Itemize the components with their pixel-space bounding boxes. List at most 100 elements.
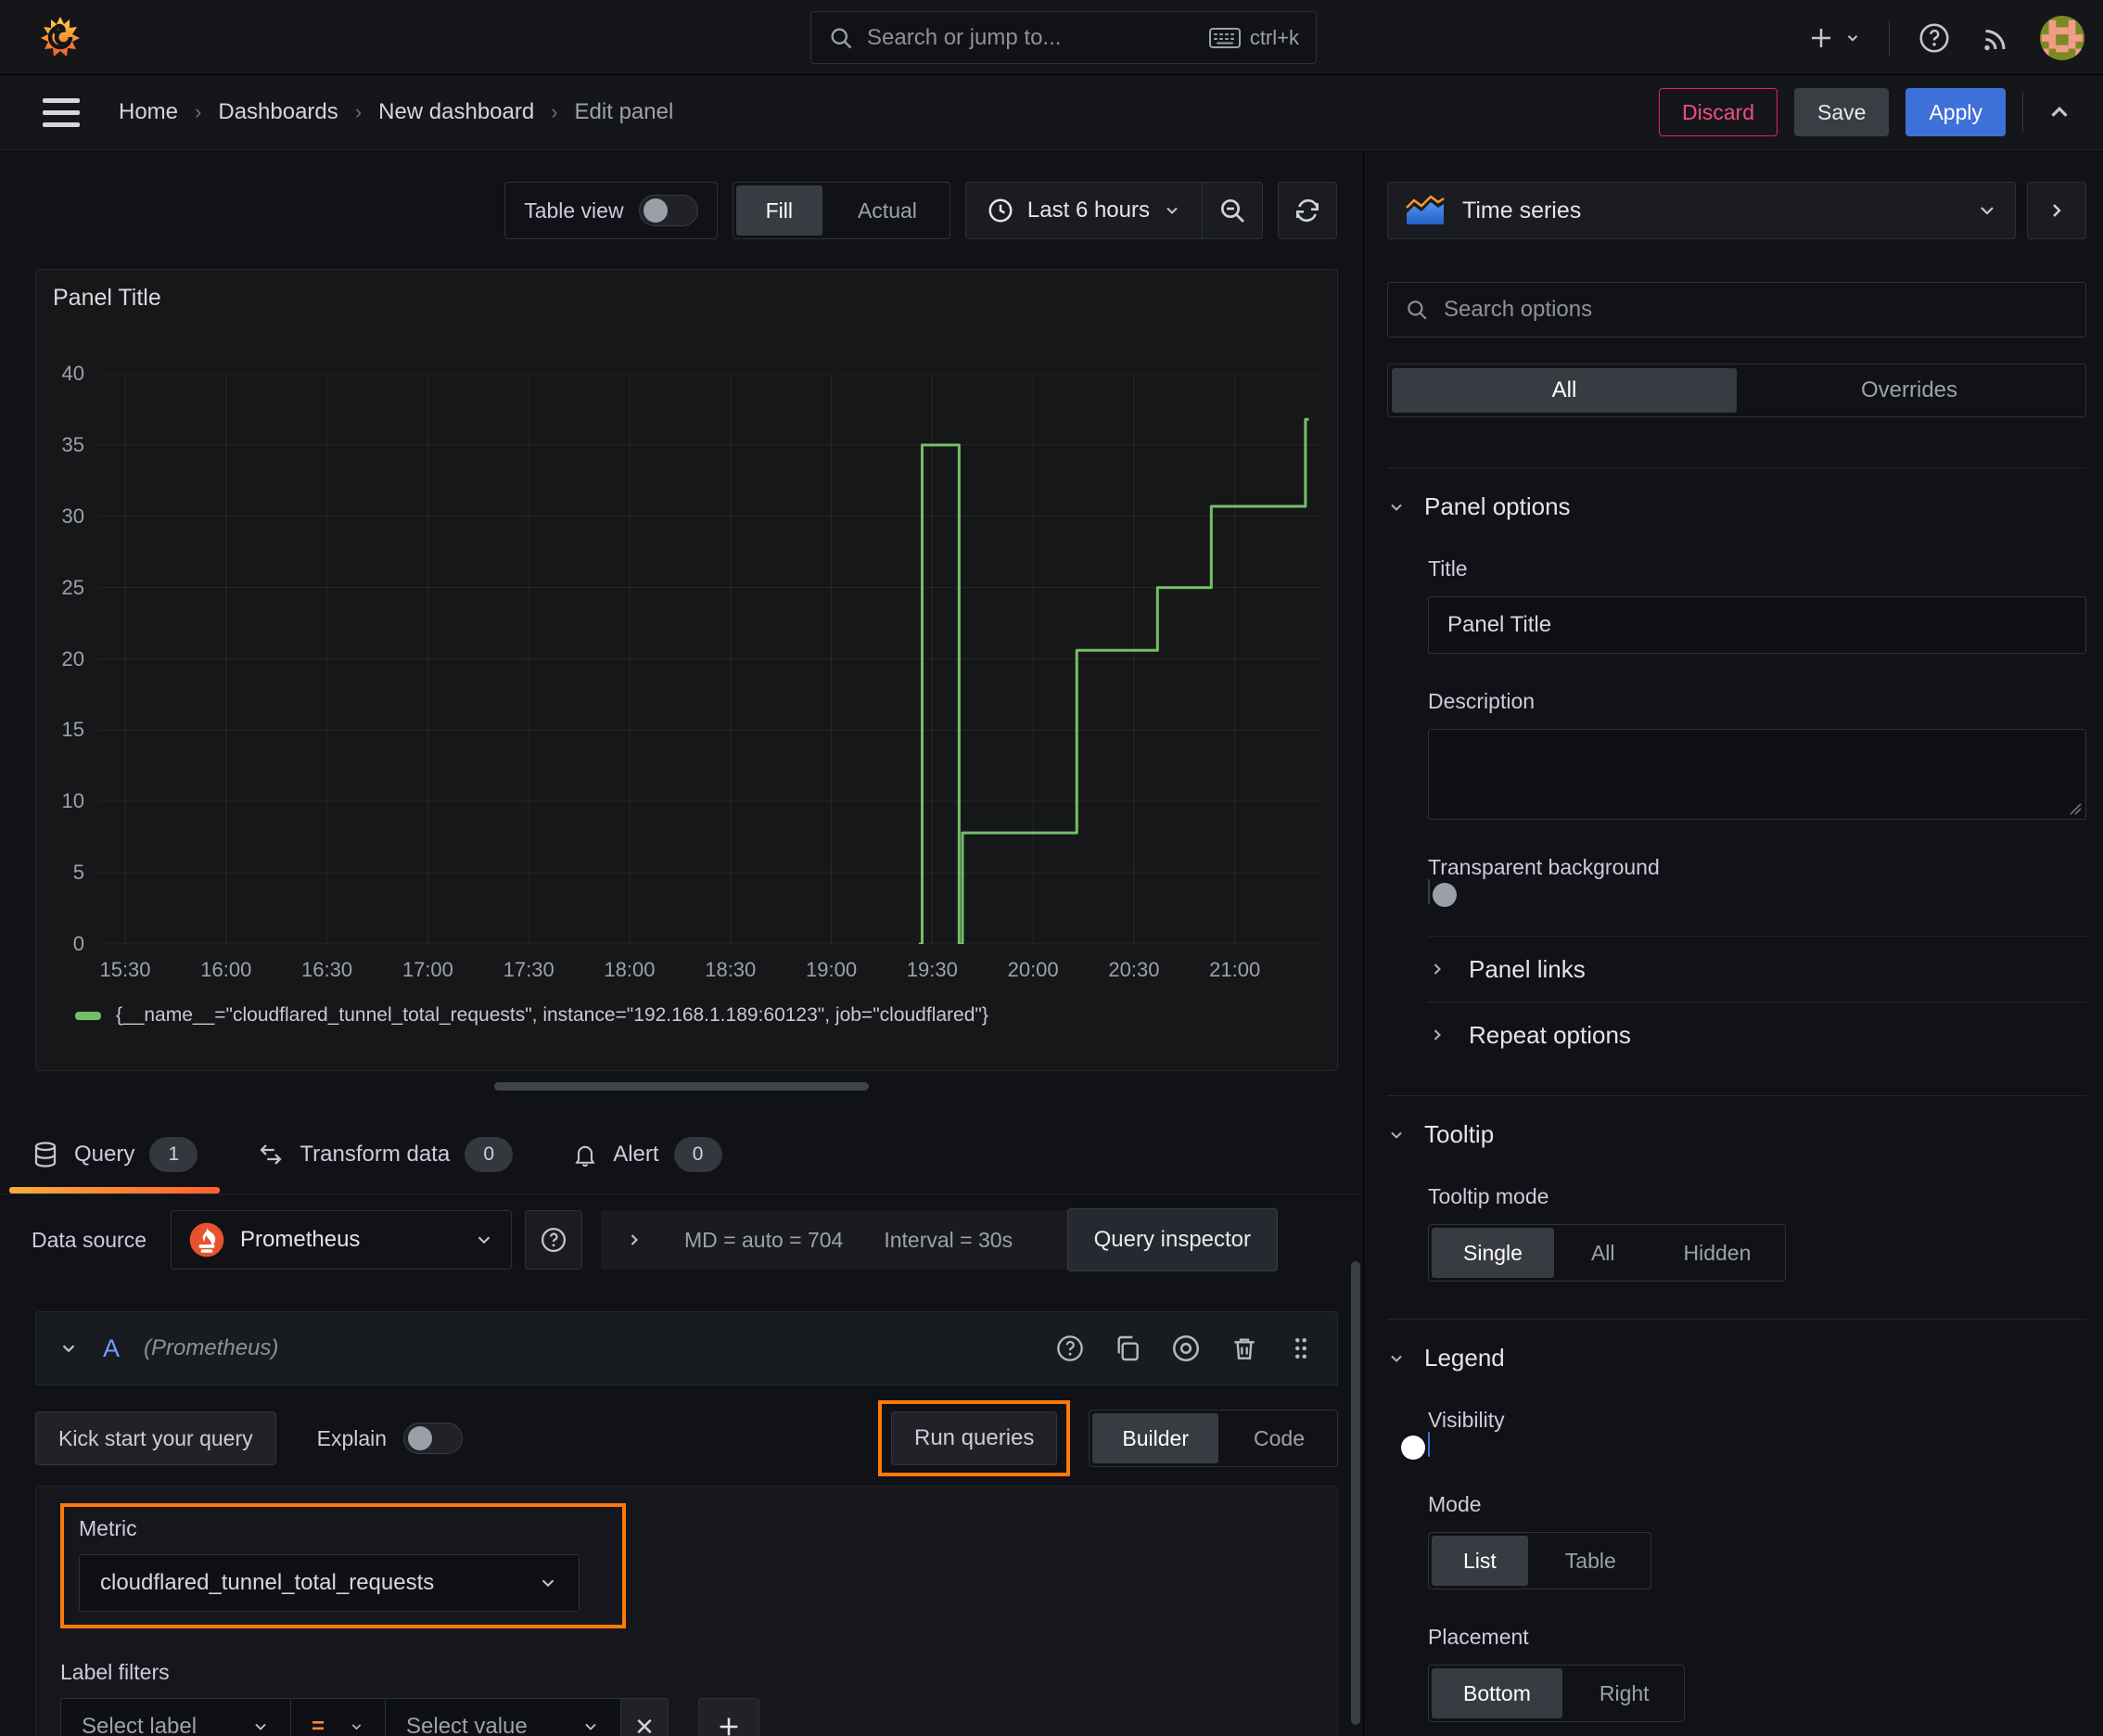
pane-resize-handle[interactable] (494, 1082, 869, 1091)
tooltip-mode-hidden[interactable]: Hidden (1652, 1228, 1783, 1278)
legend-visibility-toggle[interactable] (1401, 1432, 1430, 1460)
bell-icon (575, 1145, 595, 1167)
breadcrumb-separator-icon: › (354, 100, 363, 123)
legend-placement-right[interactable]: Right (1568, 1668, 1681, 1718)
new-button[interactable] (1807, 24, 1861, 52)
discard-button[interactable]: Discard (1659, 88, 1778, 136)
visualization-picker[interactable]: Time series (1387, 182, 2016, 239)
time-series-panel[interactable]: Panel Title 0 5 10 15 20 25 30 35 40 15:30 16:00 1… (35, 269, 1338, 1071)
time-range-picker[interactable]: Last 6 hours (966, 197, 1202, 224)
label-filter-row: Select label = Select value ✕ (60, 1698, 1313, 1736)
help-circle-icon (542, 1228, 567, 1252)
chevron-down-icon (255, 1723, 266, 1730)
tab-transform-data[interactable]: Transform data 0 (257, 1115, 514, 1194)
grafana-logo-icon[interactable] (37, 14, 83, 60)
delete-query-icon[interactable] (1230, 1334, 1259, 1363)
tab-alert[interactable]: Alert 0 (572, 1115, 722, 1194)
code-option[interactable]: Code (1224, 1413, 1334, 1463)
duplicate-query-icon[interactable] (1113, 1334, 1142, 1363)
explain-toggle[interactable] (403, 1423, 464, 1454)
actual-option[interactable]: Actual (828, 185, 947, 236)
table-view-control: Table view (504, 182, 718, 239)
panel-options-header[interactable]: Panel options (1387, 492, 2086, 521)
query-help-icon[interactable] (1055, 1334, 1085, 1363)
kick-start-query-button[interactable]: Kick start your query (35, 1411, 276, 1465)
tooltip-header[interactable]: Tooltip (1387, 1120, 2086, 1149)
tooltip-mode-all[interactable]: All (1560, 1228, 1647, 1278)
toggle-visibility-icon[interactable] (1170, 1333, 1202, 1364)
builder-option[interactable]: Builder (1092, 1413, 1219, 1463)
transparent-bg-toggle[interactable] (1428, 879, 1457, 907)
query-count-badge: 1 (149, 1136, 198, 1172)
breadcrumb-dashboards[interactable]: Dashboards (218, 99, 338, 125)
legend-placement-bottom[interactable]: Bottom (1432, 1668, 1562, 1718)
description-textarea[interactable] (1428, 729, 2086, 820)
tab-query[interactable]: Query 1 (8, 1115, 221, 1194)
collapse-query-icon[interactable] (58, 1338, 79, 1359)
panel-links-label: Panel links (1469, 954, 1586, 983)
time-series-chart[interactable] (98, 374, 1322, 944)
editor-tabs: Query 1 Transform data 0 Alert 0 (0, 1115, 1363, 1194)
y-tick-label: 10 (61, 789, 84, 813)
drag-query-icon[interactable] (1287, 1334, 1315, 1363)
resize-handle-icon[interactable] (2067, 800, 2082, 815)
table-view-toggle[interactable] (638, 195, 698, 226)
query-row-header[interactable]: A (Prometheus) (35, 1311, 1338, 1385)
refresh-button[interactable] (1278, 182, 1337, 239)
metric-select[interactable]: cloudflared_tunnel_total_requests (79, 1554, 580, 1612)
legend-header[interactable]: Legend (1387, 1344, 2086, 1372)
x-tick-label: 19:00 (806, 958, 858, 981)
panel-title-input[interactable] (1428, 596, 2086, 654)
select-value-dropdown[interactable]: Select value (385, 1698, 620, 1736)
query-datasource-hint: (Prometheus) (144, 1335, 279, 1360)
time-range-label: Last 6 hours (1026, 198, 1150, 223)
tooltip-title: Tooltip (1424, 1120, 1495, 1148)
help-icon[interactable] (1918, 21, 1951, 55)
options-search-input[interactable]: Search options (1387, 282, 2086, 338)
y-tick-label: 25 (61, 575, 84, 599)
apply-button[interactable]: Apply (1905, 88, 2006, 136)
save-button[interactable]: Save (1794, 88, 1890, 136)
x-tick-label: 16:30 (301, 958, 353, 981)
add-filter-button[interactable] (698, 1698, 759, 1736)
interval-stat: Interval = 30s (884, 1227, 1013, 1252)
query-inspector-button[interactable]: Query inspector (1066, 1208, 1279, 1271)
datasource-picker[interactable]: Prometheus (171, 1210, 513, 1270)
collapse-options-icon[interactable] (2046, 98, 2073, 126)
remove-filter-button[interactable]: ✕ (620, 1698, 669, 1736)
x-tick-label: 21:00 (1209, 958, 1261, 981)
query-options-bar[interactable]: MD = auto = 704 Interval = 30s Query ins… (601, 1208, 1279, 1271)
menu-toggle-icon[interactable] (43, 97, 80, 127)
query-toolbar: Data source Prometheus MD = auto = 704 I… (0, 1207, 1363, 1272)
tooltip-mode-group: Single All Hidden (1428, 1224, 1787, 1282)
legend-placement-label: Placement (1428, 1625, 1529, 1649)
zoom-out-button[interactable] (1203, 182, 1262, 239)
tab-all[interactable]: All (1392, 368, 1737, 413)
breadcrumb-new-dashboard[interactable]: New dashboard (378, 99, 534, 125)
viz-suggestions-button[interactable] (2027, 182, 2086, 239)
tab-overrides[interactable]: Overrides (1737, 368, 2082, 413)
chevron-down-icon (351, 1724, 362, 1730)
label-filters-label: Label filters (60, 1660, 170, 1684)
left-pane-scrollbar[interactable] (1351, 1261, 1360, 1725)
datasource-help-button[interactable] (525, 1210, 583, 1270)
panel-links-row[interactable]: Panel links (1428, 937, 2086, 1002)
breadcrumb-home[interactable]: Home (119, 99, 178, 125)
legend-mode-table[interactable]: Table (1534, 1536, 1648, 1586)
global-search-input[interactable]: Search or jump to... ctrl+k (810, 11, 1317, 64)
explain-label: Explain (316, 1425, 388, 1450)
operator-dropdown[interactable]: = (290, 1698, 385, 1736)
fill-option[interactable]: Fill (735, 185, 822, 236)
chevron-right-icon (631, 1234, 638, 1245)
search-icon (831, 28, 852, 48)
news-rss-icon[interactable] (1979, 21, 2012, 55)
tooltip-mode-single[interactable]: Single (1432, 1228, 1554, 1278)
select-label-dropdown[interactable]: Select label (60, 1698, 290, 1736)
user-avatar[interactable] (2040, 15, 2084, 60)
panel-options-section: Panel options Title Description Transpar… (1387, 467, 2086, 1067)
legend-mode-list[interactable]: List (1432, 1536, 1528, 1586)
chart-legend[interactable]: {__name__="cloudflared_tunnel_total_requ… (75, 1004, 988, 1027)
run-queries-button[interactable]: Run queries (890, 1411, 1058, 1465)
repeat-options-row[interactable]: Repeat options (1428, 1002, 2086, 1067)
legend-placement-group: Bottom Right (1428, 1665, 1685, 1722)
